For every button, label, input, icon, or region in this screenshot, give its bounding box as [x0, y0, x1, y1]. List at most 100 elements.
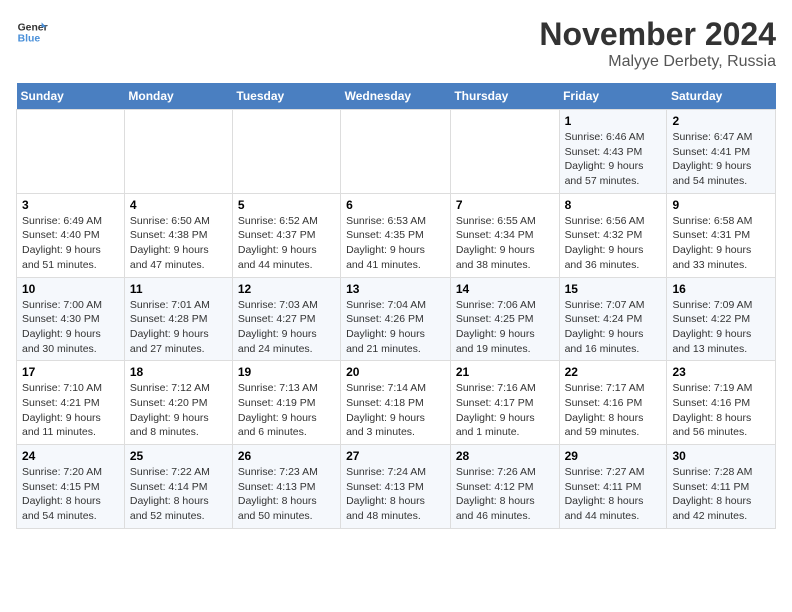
calendar-cell: 16 Sunrise: 7:09 AM Sunset: 4:22 PM Dayli… — [667, 277, 776, 361]
calendar-cell: 7 Sunrise: 6:55 AM Sunset: 4:34 PM Daylig… — [450, 193, 559, 277]
day-number: 2 — [672, 114, 770, 128]
week-row-5: 24 Sunrise: 7:20 AM Sunset: 4:15 PM Dayli… — [17, 445, 776, 529]
day-header-monday: Monday — [124, 83, 232, 110]
day-number: 18 — [130, 365, 227, 379]
day-detail: Sunrise: 7:07 AM Sunset: 4:24 PM Dayligh… — [565, 298, 662, 357]
day-number: 13 — [346, 282, 445, 296]
day-detail: Sunrise: 7:10 AM Sunset: 4:21 PM Dayligh… — [22, 381, 119, 440]
day-detail: Sunrise: 7:12 AM Sunset: 4:20 PM Dayligh… — [130, 381, 227, 440]
calendar-cell: 2 Sunrise: 6:47 AM Sunset: 4:41 PM Daylig… — [667, 110, 776, 194]
day-detail: Sunrise: 7:00 AM Sunset: 4:30 PM Dayligh… — [22, 298, 119, 357]
svg-text:General: General — [18, 22, 48, 33]
day-detail: Sunrise: 7:16 AM Sunset: 4:17 PM Dayligh… — [456, 381, 554, 440]
calendar-cell: 22Sunrise: 7:17 AM Sunset: 4:16 PM Dayli… — [559, 361, 667, 445]
calendar-cell: 11 Sunrise: 7:01 AM Sunset: 4:28 PM Dayli… — [124, 277, 232, 361]
calendar-cell: 8 Sunrise: 6:56 AM Sunset: 4:32 PM Daylig… — [559, 193, 667, 277]
calendar-cell — [450, 110, 559, 194]
calendar-cell: 29Sunrise: 7:27 AM Sunset: 4:11 PM Dayli… — [559, 445, 667, 529]
day-header-tuesday: Tuesday — [232, 83, 340, 110]
calendar-cell: 4 Sunrise: 6:50 AM Sunset: 4:38 PM Daylig… — [124, 193, 232, 277]
day-detail: Sunrise: 7:19 AM Sunset: 4:16 PM Dayligh… — [672, 381, 770, 440]
calendar-cell: 21 Sunrise: 7:16 AM Sunset: 4:17 PM Dayli… — [450, 361, 559, 445]
day-detail: Sunrise: 7:13 AM Sunset: 4:19 PM Dayligh… — [238, 381, 335, 440]
logo: General Blue — [16, 16, 48, 48]
day-number: 1 — [565, 114, 662, 128]
day-detail: Sunrise: 6:46 AM Sunset: 4:43 PM Dayligh… — [565, 130, 662, 189]
day-detail: Sunrise: 7:20 AM Sunset: 4:15 PM Dayligh… — [22, 465, 119, 524]
main-title: November 2024 — [539, 16, 776, 53]
day-number: 20 — [346, 365, 445, 379]
day-detail: Sunrise: 7:26 AM Sunset: 4:12 PM Dayligh… — [456, 465, 554, 524]
day-number: 26 — [238, 449, 335, 463]
day-number: 6 — [346, 198, 445, 212]
calendar-cell: 30 Sunrise: 7:28 AM Sunset: 4:11 PM Dayli… — [667, 445, 776, 529]
calendar-cell: 3Sunrise: 6:49 AM Sunset: 4:40 PM Daylig… — [17, 193, 125, 277]
calendar-cell: 9Sunrise: 6:58 AM Sunset: 4:31 PM Daylig… — [667, 193, 776, 277]
calendar-cell — [17, 110, 125, 194]
calendar-cell — [232, 110, 340, 194]
day-number: 17 — [22, 365, 119, 379]
subtitle: Malyye Derbety, Russia — [539, 53, 776, 71]
page-header: General Blue November 2024 Malyye Derbet… — [16, 16, 776, 71]
day-number: 9 — [672, 198, 770, 212]
calendar-cell: 15Sunrise: 7:07 AM Sunset: 4:24 PM Dayli… — [559, 277, 667, 361]
day-number: 25 — [130, 449, 227, 463]
day-number: 11 — [130, 282, 227, 296]
calendar-cell: 1 Sunrise: 6:46 AM Sunset: 4:43 PM Daylig… — [559, 110, 667, 194]
day-detail: Sunrise: 7:24 AM Sunset: 4:13 PM Dayligh… — [346, 465, 445, 524]
calendar-cell: 26 Sunrise: 7:23 AM Sunset: 4:13 PM Dayli… — [232, 445, 340, 529]
day-header-thursday: Thursday — [450, 83, 559, 110]
day-header-saturday: Saturday — [667, 83, 776, 110]
calendar-cell: 19 Sunrise: 7:13 AM Sunset: 4:19 PM Dayli… — [232, 361, 340, 445]
calendar-table: SundayMondayTuesdayWednesdayThursdayFrid… — [16, 83, 776, 529]
calendar-cell: 5 Sunrise: 6:52 AM Sunset: 4:37 PM Daylig… — [232, 193, 340, 277]
title-block: November 2024 Malyye Derbety, Russia — [539, 16, 776, 71]
day-header-wednesday: Wednesday — [341, 83, 451, 110]
week-row-3: 10Sunrise: 7:00 AM Sunset: 4:30 PM Dayli… — [17, 277, 776, 361]
day-detail: Sunrise: 7:22 AM Sunset: 4:14 PM Dayligh… — [130, 465, 227, 524]
day-number: 12 — [238, 282, 335, 296]
day-number: 16 — [672, 282, 770, 296]
calendar-cell: 27Sunrise: 7:24 AM Sunset: 4:13 PM Dayli… — [341, 445, 451, 529]
day-detail: Sunrise: 6:52 AM Sunset: 4:37 PM Dayligh… — [238, 214, 335, 273]
day-detail: Sunrise: 6:50 AM Sunset: 4:38 PM Dayligh… — [130, 214, 227, 273]
day-number: 24 — [22, 449, 119, 463]
day-number: 30 — [672, 449, 770, 463]
week-row-1: 1 Sunrise: 6:46 AM Sunset: 4:43 PM Daylig… — [17, 110, 776, 194]
day-detail: Sunrise: 7:09 AM Sunset: 4:22 PM Dayligh… — [672, 298, 770, 357]
day-detail: Sunrise: 7:28 AM Sunset: 4:11 PM Dayligh… — [672, 465, 770, 524]
day-detail: Sunrise: 7:03 AM Sunset: 4:27 PM Dayligh… — [238, 298, 335, 357]
day-number: 5 — [238, 198, 335, 212]
day-number: 28 — [456, 449, 554, 463]
day-number: 29 — [565, 449, 662, 463]
day-detail: Sunrise: 6:47 AM Sunset: 4:41 PM Dayligh… — [672, 130, 770, 189]
day-number: 19 — [238, 365, 335, 379]
day-header-sunday: Sunday — [17, 83, 125, 110]
calendar-cell: 12 Sunrise: 7:03 AM Sunset: 4:27 PM Dayli… — [232, 277, 340, 361]
day-detail: Sunrise: 6:55 AM Sunset: 4:34 PM Dayligh… — [456, 214, 554, 273]
svg-text:Blue: Blue — [18, 34, 41, 45]
day-number: 8 — [565, 198, 662, 212]
calendar-cell: 24 Sunrise: 7:20 AM Sunset: 4:15 PM Dayli… — [17, 445, 125, 529]
calendar-cell — [341, 110, 451, 194]
day-number: 21 — [456, 365, 554, 379]
day-detail: Sunrise: 7:06 AM Sunset: 4:25 PM Dayligh… — [456, 298, 554, 357]
day-number: 23 — [672, 365, 770, 379]
day-header-friday: Friday — [559, 83, 667, 110]
day-detail: Sunrise: 7:04 AM Sunset: 4:26 PM Dayligh… — [346, 298, 445, 357]
calendar-cell: 14Sunrise: 7:06 AM Sunset: 4:25 PM Dayli… — [450, 277, 559, 361]
day-detail: Sunrise: 6:53 AM Sunset: 4:35 PM Dayligh… — [346, 214, 445, 273]
day-number: 3 — [22, 198, 119, 212]
day-detail: Sunrise: 6:56 AM Sunset: 4:32 PM Dayligh… — [565, 214, 662, 273]
day-number: 4 — [130, 198, 227, 212]
day-detail: Sunrise: 7:14 AM Sunset: 4:18 PM Dayligh… — [346, 381, 445, 440]
day-detail: Sunrise: 7:23 AM Sunset: 4:13 PM Dayligh… — [238, 465, 335, 524]
day-detail: Sunrise: 7:17 AM Sunset: 4:16 PM Dayligh… — [565, 381, 662, 440]
calendar-cell: 28 Sunrise: 7:26 AM Sunset: 4:12 PM Dayli… — [450, 445, 559, 529]
calendar-cell: 23 Sunrise: 7:19 AM Sunset: 4:16 PM Dayli… — [667, 361, 776, 445]
calendar-cell — [124, 110, 232, 194]
calendar-cell: 13 Sunrise: 7:04 AM Sunset: 4:26 PM Dayli… — [341, 277, 451, 361]
week-row-4: 17 Sunrise: 7:10 AM Sunset: 4:21 PM Dayli… — [17, 361, 776, 445]
day-detail: Sunrise: 7:01 AM Sunset: 4:28 PM Dayligh… — [130, 298, 227, 357]
day-number: 7 — [456, 198, 554, 212]
